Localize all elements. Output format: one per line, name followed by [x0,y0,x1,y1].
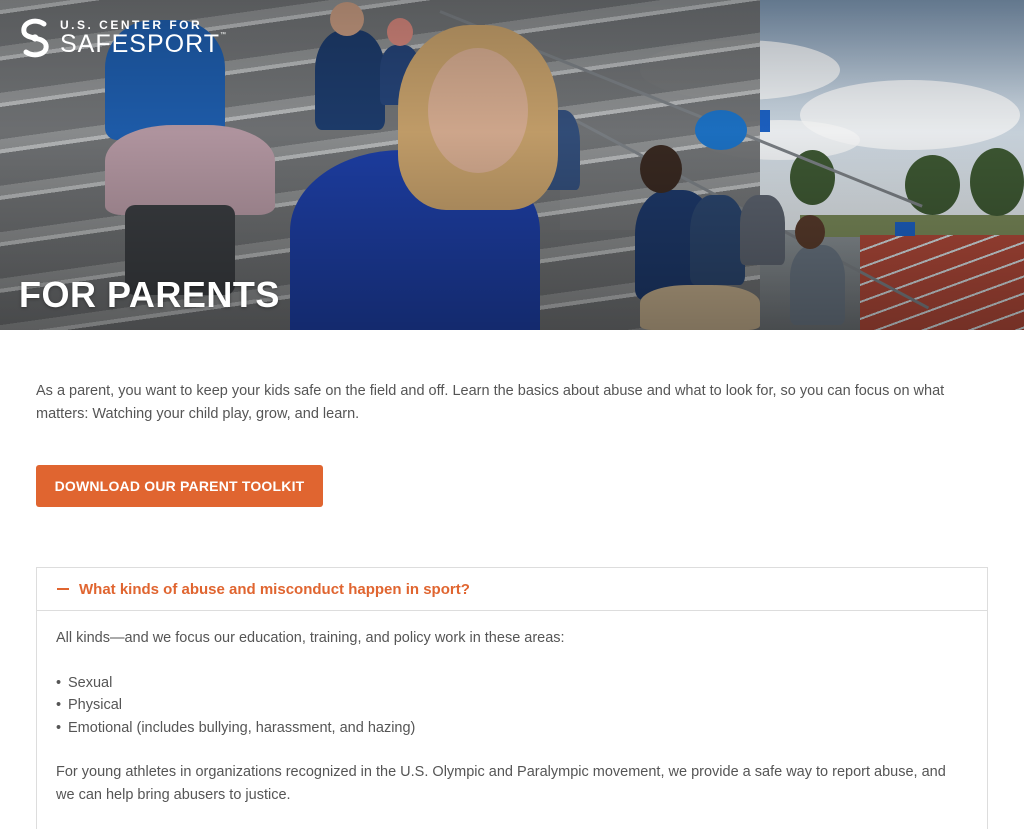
accordion-closing: For young athletes in organizations reco… [56,764,946,803]
intro-paragraph: As a parent, you want to keep your kids … [36,383,945,422]
safesport-logo-icon [18,18,52,58]
list-item: • Physical [56,694,968,717]
logo-main-text: SAFESPORT™ [60,32,227,57]
list-item: • Sexual [56,672,968,695]
bullet-icon: • [56,697,62,713]
logo-trademark: ™ [219,32,227,38]
hero-banner: U.S. CENTER FOR SAFESPORT™ FOR PARENTS [0,0,1024,330]
accordion-body: All kinds—and we focus our education, tr… [37,611,987,806]
faq-accordion: What kinds of abuse and misconduct happe… [36,567,988,829]
list-item-label: Emotional (includes bullying, harassment… [68,719,416,736]
collapse-minus-icon[interactable] [57,588,69,590]
site-logo[interactable]: U.S. CENTER FOR SAFESPORT™ [18,18,227,58]
bullet-icon: • [56,674,62,691]
logo-wordmark: U.S. CENTER FOR SAFESPORT™ [60,19,227,57]
list-item-label: Physical [68,697,122,713]
abuse-types-list: • Sexual • Physical • Emotional (includes b… [56,672,968,740]
accordion-header[interactable]: What kinds of abuse and misconduct happe… [37,568,987,611]
accordion-title: What kinds of abuse and misconduct happe… [79,580,470,598]
bullet-icon: • [56,719,62,736]
list-item-label: Sexual [68,674,113,691]
page-title: FOR PARENTS [19,274,280,315]
download-parent-toolkit-button[interactable]: DOWNLOAD OUR PARENT TOOLKIT [36,465,323,507]
logo-name: SAFESPORT [60,30,220,58]
accordion-lead: All kinds—and we focus our education, tr… [56,630,565,646]
list-item: • Emotional (includes bullying, harassmen… [56,717,968,740]
